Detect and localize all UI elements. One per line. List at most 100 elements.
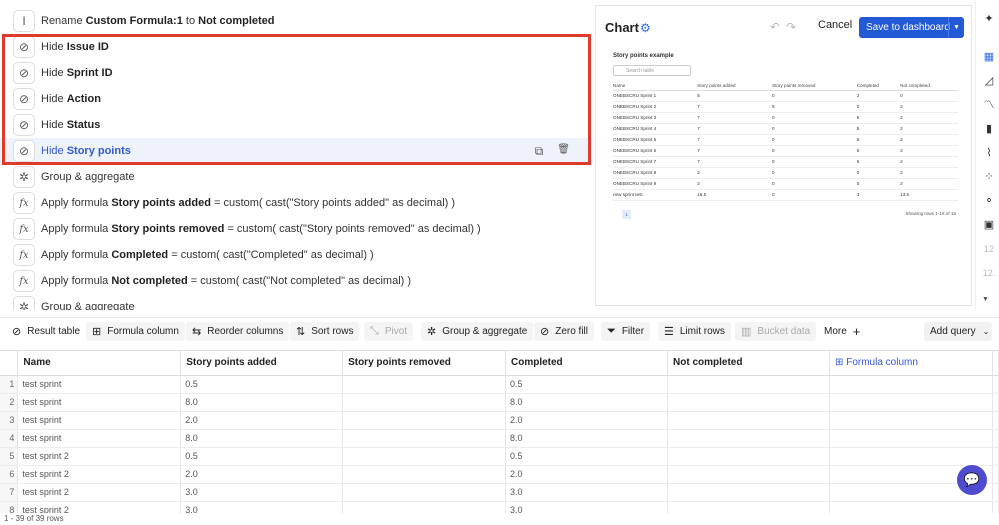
table-cell[interactable] xyxy=(667,483,831,502)
table-cell[interactable] xyxy=(992,483,999,502)
column-header[interactable]: Story points removed xyxy=(342,351,506,376)
transform-step[interactable]: ⊘ Hide Issue ID xyxy=(0,34,592,60)
chat-icon[interactable]: 💬 xyxy=(957,465,987,495)
result-table-button[interactable]: ⊘ Result table xyxy=(6,322,86,341)
table-cell[interactable]: test sprint xyxy=(17,411,182,430)
trash-icon[interactable]: 🗑 xyxy=(557,144,570,159)
table-cell[interactable] xyxy=(829,429,993,448)
table-cell[interactable]: test sprint 2 xyxy=(17,465,182,484)
table-cell[interactable] xyxy=(667,393,831,412)
table-cell[interactable]: 8.0 xyxy=(180,393,344,412)
number-12-dot-icon[interactable]: 12. xyxy=(980,264,998,282)
table-cell[interactable]: 2.0 xyxy=(180,465,344,484)
table-cell[interactable] xyxy=(342,375,506,394)
table-cell[interactable] xyxy=(992,447,999,466)
table-cell[interactable]: 0.5 xyxy=(180,375,344,394)
transform-step[interactable]: fx Apply formula Not completed = custom( … xyxy=(0,268,592,294)
table-cell[interactable] xyxy=(667,465,831,484)
table-cell[interactable] xyxy=(829,447,993,466)
table-cell[interactable]: 8.0 xyxy=(505,393,669,412)
column-header[interactable]: Completed xyxy=(505,351,669,376)
add-query-button[interactable]: Add query ⌄ xyxy=(924,322,992,341)
table-cell[interactable]: 2.0 xyxy=(505,465,669,484)
trend-icon[interactable]: ⌇ xyxy=(980,144,998,162)
preview-search-input[interactable]: Search table xyxy=(613,65,691,76)
more-button[interactable]: More + xyxy=(818,322,866,341)
bucket-data-button[interactable]: ▥ Bucket data xyxy=(735,322,817,341)
table-cell[interactable] xyxy=(992,465,999,484)
transform-step[interactable]: fx Apply formula Story points removed = c… xyxy=(0,216,592,242)
table-cell[interactable]: 0.5 xyxy=(505,447,669,466)
transform-step[interactable]: ⊘ Hide Sprint ID xyxy=(0,60,592,86)
table-cell[interactable]: 2.0 xyxy=(180,411,344,430)
table-cell[interactable]: test sprint xyxy=(17,375,182,394)
bar-chart-icon[interactable]: ▮ xyxy=(980,120,998,138)
chevron-down-icon[interactable]: ▼ xyxy=(948,17,964,38)
table-cell[interactable] xyxy=(342,465,506,484)
transform-step[interactable]: ✲ Group & aggregate xyxy=(0,294,592,310)
table-cell[interactable]: test sprint 2 xyxy=(17,447,182,466)
table-cell[interactable]: 0.5 xyxy=(180,447,344,466)
reorder-columns-button[interactable]: ⇆ Reorder columns xyxy=(186,322,290,341)
number-icon[interactable]: ▣ xyxy=(980,216,998,234)
pivot-button[interactable]: ⤡ Pivot xyxy=(364,322,414,341)
table-cell[interactable] xyxy=(667,375,831,394)
table-icon[interactable]: ▦ xyxy=(980,48,998,66)
transform-step[interactable]: ✲ Group & aggregate xyxy=(0,164,592,190)
undo-redo-icons[interactable]: ↶↷ xyxy=(770,20,802,34)
table-cell[interactable]: 3.0 xyxy=(505,483,669,502)
table-cell[interactable]: test sprint xyxy=(17,429,182,448)
copy-icon[interactable]: ⧉ xyxy=(535,144,544,159)
transform-step[interactable]: fx Apply formula Story points added = cus… xyxy=(0,190,592,216)
column-header[interactable]: Story points added xyxy=(180,351,344,376)
table-cell[interactable]: test sprint 2 xyxy=(17,501,182,513)
table-cell[interactable]: 8.0 xyxy=(505,429,669,448)
table-cell[interactable]: 8.0 xyxy=(180,429,344,448)
table-cell[interactable] xyxy=(829,375,993,394)
column-header[interactable]: Name xyxy=(17,351,182,376)
formula-column-button[interactable]: ⊞ Formula column xyxy=(86,322,185,341)
transform-step[interactable]: fx Apply formula Completed = custom( cast… xyxy=(0,242,592,268)
column-header[interactable]: ⊞ Formula column xyxy=(829,351,993,376)
zero-fill-button[interactable]: ⊘ Zero fill xyxy=(534,322,595,341)
transform-step[interactable]: ⊘ Hide Status xyxy=(0,112,592,138)
gear-icon[interactable]: ⚙ xyxy=(640,21,651,35)
group-aggregate-button[interactable]: ✲ Group & aggregate xyxy=(421,322,534,341)
table-cell[interactable] xyxy=(667,429,831,448)
table-cell[interactable] xyxy=(342,411,506,430)
table-cell[interactable] xyxy=(342,501,506,513)
table-cell[interactable] xyxy=(992,411,999,430)
sort-rows-button[interactable]: ⇅ Sort rows xyxy=(290,322,360,341)
table-cell[interactable] xyxy=(829,501,993,513)
table-cell[interactable]: 3.0 xyxy=(180,483,344,502)
table-cell[interactable]: 2.0 xyxy=(505,411,669,430)
scroll-down-icon[interactable]: ▼ xyxy=(982,296,989,303)
table-cell[interactable] xyxy=(992,393,999,412)
table-cell[interactable] xyxy=(992,429,999,448)
save-to-dashboard-button[interactable]: Save to dashboard ▼ xyxy=(859,17,964,38)
limit-rows-button[interactable]: ☰ Limit rows xyxy=(658,322,731,341)
table-cell[interactable] xyxy=(667,447,831,466)
cancel-button[interactable]: Cancel xyxy=(818,19,852,31)
transform-step[interactable]: I Rename Custom Formula:1 to Not complete… xyxy=(0,8,592,34)
table-cell[interactable]: test sprint 2 xyxy=(17,483,182,502)
line-chart-icon[interactable]: 〽 xyxy=(980,96,998,114)
table-cell[interactable] xyxy=(342,483,506,502)
transform-step[interactable]: ⊘ Hide Story points ⧉ 🗑 xyxy=(0,138,592,164)
table-cell[interactable]: 3.0 xyxy=(505,501,669,513)
table-cell[interactable] xyxy=(342,393,506,412)
table-cell[interactable] xyxy=(667,411,831,430)
column-header[interactable]: Not completed xyxy=(667,351,831,376)
preview-page-button[interactable]: 1 xyxy=(622,210,631,219)
table-cell[interactable] xyxy=(342,447,506,466)
table-cell[interactable] xyxy=(829,393,993,412)
area-chart-icon[interactable]: ◿ xyxy=(980,72,998,90)
magic-icon[interactable]: ✦ xyxy=(980,10,998,28)
bubble-icon[interactable]: ⚬ xyxy=(980,192,998,210)
table-cell[interactable]: test sprint xyxy=(17,393,182,412)
number-12-icon[interactable]: 12 xyxy=(980,240,998,258)
table-cell[interactable] xyxy=(992,375,999,394)
table-cell[interactable]: 0.5 xyxy=(505,375,669,394)
table-cell[interactable] xyxy=(667,501,831,513)
table-cell[interactable] xyxy=(342,429,506,448)
